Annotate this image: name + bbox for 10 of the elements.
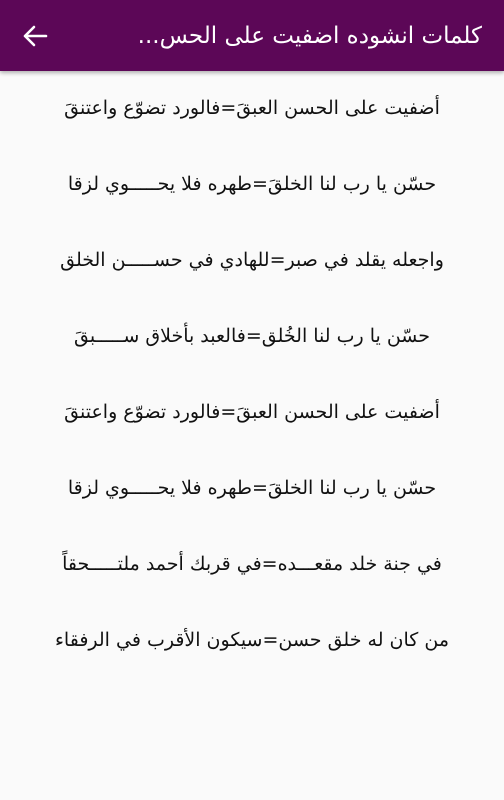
verse-text: حسّن يا رب لنا الخُلق=فالعبد بأخلاق ســـــبقَ [40,316,464,356]
verse-text: أضفيت على الحسن العبقَ=فالورد تضوّع واعتنقَ [63,94,441,121]
verse-text: في جنة خلد مقعـــده=في قربك أحمد ملتـــــحقاً [40,544,464,584]
verse-text: من كان له خلق حسن=سيكون الأقرب في الرفقاء [54,626,450,653]
back-arrow-icon [22,24,48,46]
verse-text: أضفيت على الحسن العبقَ=فالورد تضوّع واعتنقَ [63,398,441,425]
app-bar-title: كلمات انشوده اضفيت على الحس... [138,22,482,48]
verse-text: حسّن يا رب لنا الخلقَ=طهره فلا يحـــــوي لزقا [66,172,438,197]
verse-text: حسّن يا رب لنا الخلقَ=طهره فلا يحـــــوي لزقا [66,476,438,501]
verse-text: واجعله يقلد في صبر=للهادي في حســـــن الخلق [59,248,445,273]
